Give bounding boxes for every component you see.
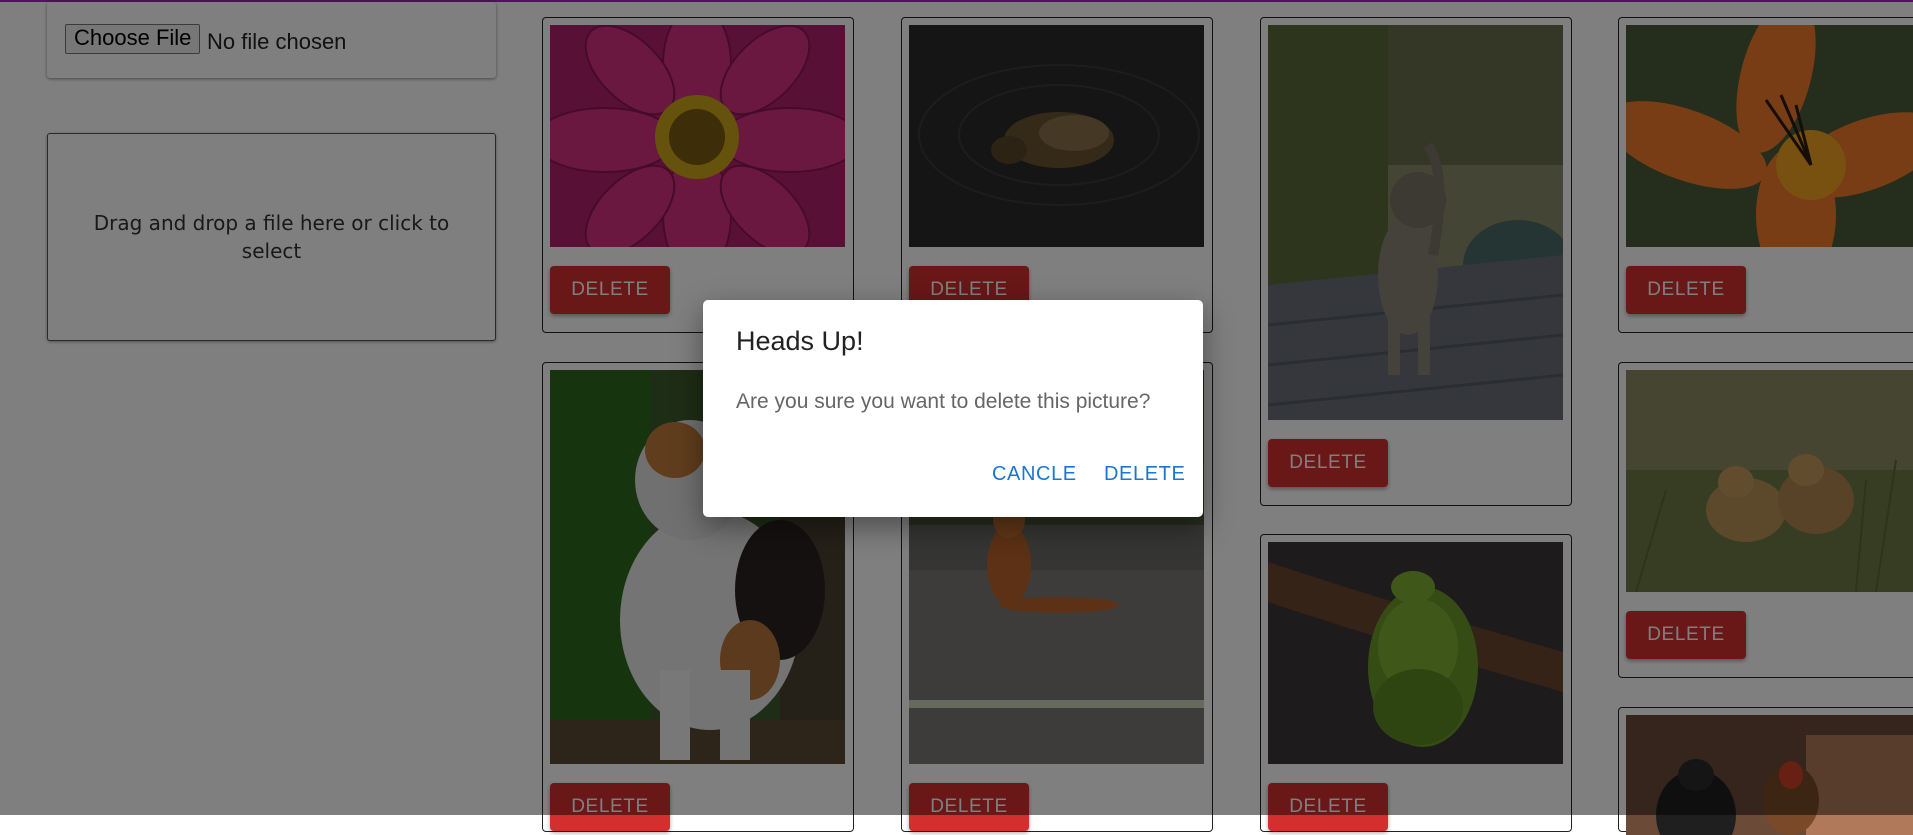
confirm-delete-button[interactable]: DELETE	[1104, 463, 1185, 486]
confirm-delete-dialog: Heads Up! Are you sure you want to delet…	[703, 300, 1203, 517]
dialog-message: Are you sure you want to delete this pic…	[736, 390, 1151, 413]
dialog-title: Heads Up!	[736, 326, 864, 356]
cancel-button[interactable]: CANCLE	[992, 463, 1077, 486]
